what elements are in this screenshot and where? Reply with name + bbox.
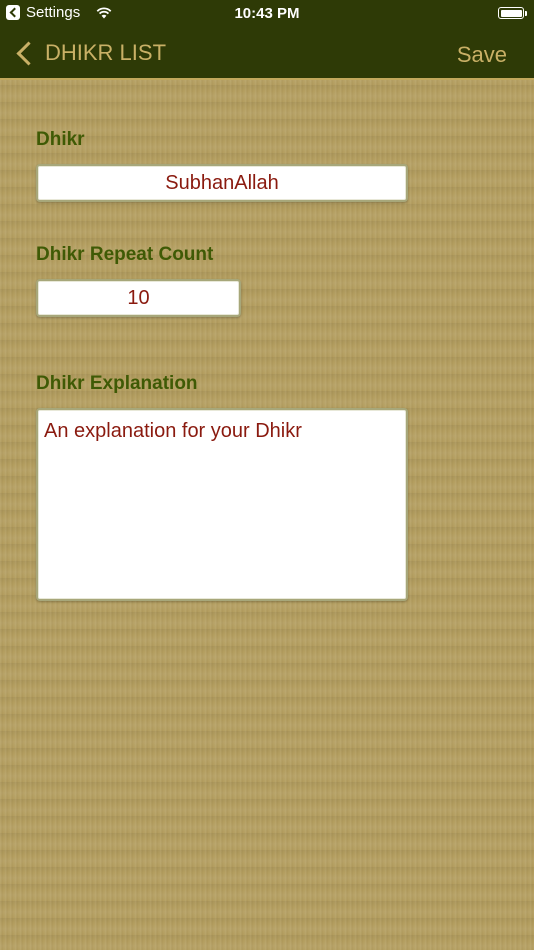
dhikr-explanation-label: Dhikr Explanation (36, 373, 198, 394)
repeat-count-input[interactable] (36, 279, 241, 317)
status-time: 10:43 PM (234, 5, 300, 22)
save-button[interactable]: Save (457, 42, 507, 68)
navigation-bar: Settings 10:43 PM DHIKR LIST Save (0, 0, 534, 80)
dhikr-input[interactable] (36, 164, 408, 202)
dhikr-repeat-count-label: Dhikr Repeat Count (36, 244, 214, 265)
chevron-left-icon (16, 41, 41, 66)
explanation-textarea[interactable] (36, 408, 408, 601)
battery-icon (498, 7, 527, 19)
dhikr-label: Dhikr (36, 129, 85, 150)
back-button-label: DHIKR LIST (45, 40, 167, 65)
back-button[interactable]: DHIKR LIST (14, 40, 166, 66)
status-bar: Settings 10:43 PM (0, 0, 534, 28)
